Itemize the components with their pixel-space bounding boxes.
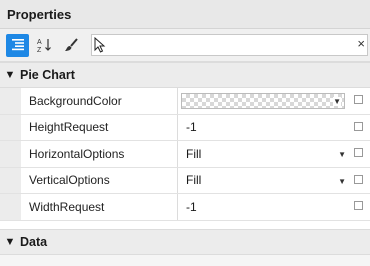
row-gutter [0,167,21,193]
svg-text:Z: Z [37,47,42,54]
property-value[interactable]: Fill ▼ [178,141,370,167]
property-row-verticaloptions[interactable]: VerticalOptions Fill ▼ [0,167,370,194]
checkbox-icon[interactable] [354,121,363,131]
spacer [0,220,370,229]
category-data[interactable]: ▼ Data [0,228,370,255]
row-gutter [0,141,21,167]
panel-header: Properties [0,0,370,29]
svg-text:A: A [37,39,42,46]
checkbox-icon[interactable] [354,174,363,184]
categorized-view-button[interactable] [6,33,29,57]
checkbox-icon[interactable] [354,201,363,210]
property-value-text[interactable]: Fill [186,147,201,161]
category-label: Pie Chart [20,68,75,82]
panel-title: Properties [7,6,72,22]
alphabetical-sort-button[interactable]: A Z [33,34,56,57]
property-name: BackgroundColor [21,88,178,114]
chevron-down-icon[interactable]: ▼ [333,96,341,106]
chevron-down-icon[interactable]: ▼ [0,236,20,248]
category-label: Data [20,234,48,249]
toolbar: A Z × [0,29,370,62]
property-name: VerticalOptions [21,167,178,193]
brush-button[interactable] [60,34,83,57]
chevron-down-icon[interactable]: ▼ [338,150,346,159]
property-value-text[interactable]: -1 [186,120,197,134]
row-gutter [0,88,21,114]
property-row-backgroundcolor[interactable]: BackgroundColor ▼ [0,88,370,115]
property-value-text[interactable]: Fill [186,173,201,187]
cursor-icon [94,37,106,53]
categorized-list-icon [11,39,24,51]
brush-icon [65,37,78,51]
category-pie-chart[interactable]: ▼ Pie Chart [0,62,370,88]
color-swatch[interactable]: ▼ [181,92,345,109]
property-search-input[interactable]: × [91,34,368,56]
sort-az-icon: A Z [37,39,51,54]
property-name: HorizontalOptions [21,141,178,167]
property-name: HeightRequest [21,114,178,140]
checkbox-icon[interactable] [354,95,363,104]
property-value[interactable]: Fill ▼ [178,168,370,194]
chevron-down-icon[interactable]: ▼ [0,69,20,81]
property-value[interactable]: ▼ [178,88,370,114]
property-row-widthrequest[interactable]: WidthRequest -1 [0,194,370,221]
property-value[interactable]: -1 [178,115,370,141]
row-gutter [0,194,21,220]
properties-panel: Properties A Z × ▼ Pie Chart BackgroundC… [0,0,370,266]
chevron-down-icon[interactable]: ▼ [338,177,346,186]
clear-search-icon[interactable]: × [357,36,365,51]
row-gutter [0,114,21,140]
property-value[interactable]: -1 [178,194,370,220]
checkbox-icon[interactable] [354,148,363,157]
property-rows: BackgroundColor ▼ HeightRequest -1 Horiz… [0,88,370,221]
property-name: WidthRequest [21,194,178,220]
property-row-horizontaloptions[interactable]: HorizontalOptions Fill ▼ [0,141,370,168]
property-row-heightrequest[interactable]: HeightRequest -1 [0,114,370,141]
property-value-text[interactable]: -1 [186,200,197,214]
